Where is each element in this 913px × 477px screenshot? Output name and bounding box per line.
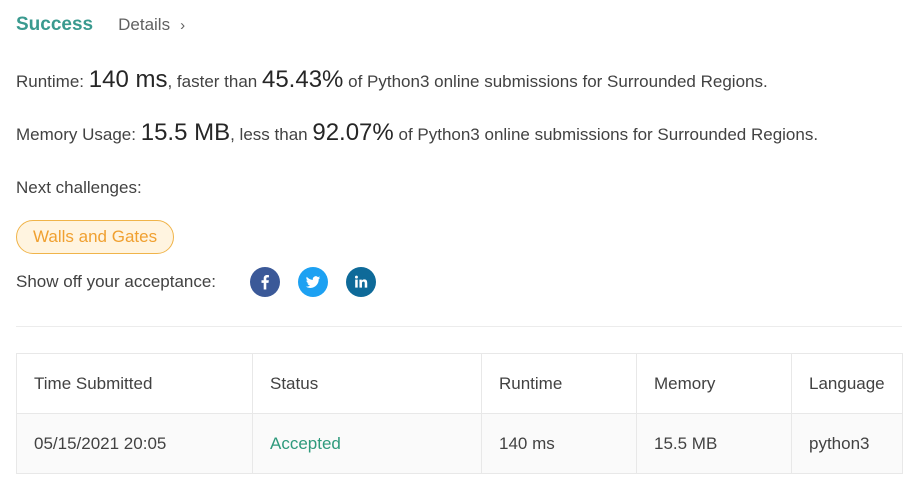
memory-suffix: of Python3 online submissions for Surrou…: [398, 125, 819, 144]
share-row: Show off your acceptance:: [16, 267, 377, 297]
runtime-suffix: of Python3 online submissions for Surrou…: [348, 72, 768, 91]
facebook-icon[interactable]: [250, 267, 281, 297]
runtime-label: Runtime:: [16, 72, 85, 91]
cell-memory: 15.5 MB: [636, 413, 792, 474]
cell-language: python3: [791, 413, 903, 474]
runtime-value: 140 ms: [88, 66, 168, 93]
memory-percent: 92.07%: [312, 119, 394, 146]
column-header-language: Language: [791, 353, 903, 414]
runtime-comparison: , faster than: [167, 72, 258, 91]
column-header-memory: Memory: [636, 353, 792, 414]
cell-status: Accepted: [252, 413, 482, 474]
memory-value: 15.5 MB: [140, 119, 231, 146]
cell-runtime: 140 ms: [481, 413, 637, 474]
runtime-stat: Runtime: 140 ms, faster than 45.43% of P…: [16, 66, 768, 94]
twitter-glyph: [305, 276, 321, 288]
challenge-walls-and-gates[interactable]: Walls and Gates: [16, 220, 175, 254]
result-header: Success Details ›: [16, 14, 185, 36]
column-header-time-submitted: Time Submitted: [16, 353, 253, 414]
status-accepted-link[interactable]: Accepted: [270, 434, 341, 453]
column-header-runtime: Runtime: [481, 353, 637, 414]
cell-time-submitted: 05/15/2021 20:05: [16, 413, 253, 474]
status-title: Success: [16, 14, 94, 35]
column-header-status: Status: [252, 353, 482, 414]
runtime-percent: 45.43%: [261, 66, 344, 93]
details-link[interactable]: Details ›: [118, 15, 185, 35]
section-divider: [16, 326, 902, 327]
linkedin-icon[interactable]: [346, 267, 377, 297]
linkedin-glyph: [355, 275, 368, 288]
share-label: Show off your acceptance:: [16, 272, 217, 291]
chevron-right-icon: ›: [180, 16, 186, 34]
memory-stat: Memory Usage: 15.5 MB, less than 92.07% …: [16, 119, 818, 147]
table-header-row: Time Submitted Status Runtime Memory Lan…: [16, 353, 903, 414]
details-label: Details: [118, 15, 171, 34]
memory-label: Memory Usage:: [16, 125, 136, 144]
submissions-table: Time Submitted Status Runtime Memory Lan…: [16, 353, 903, 474]
memory-comparison: , less than: [230, 125, 308, 144]
next-challenges-label: Next challenges:: [16, 178, 142, 197]
table-row: 05/15/2021 20:05 Accepted 140 ms 15.5 MB…: [16, 413, 903, 474]
twitter-icon[interactable]: [298, 267, 329, 297]
facebook-glyph: [261, 274, 269, 290]
